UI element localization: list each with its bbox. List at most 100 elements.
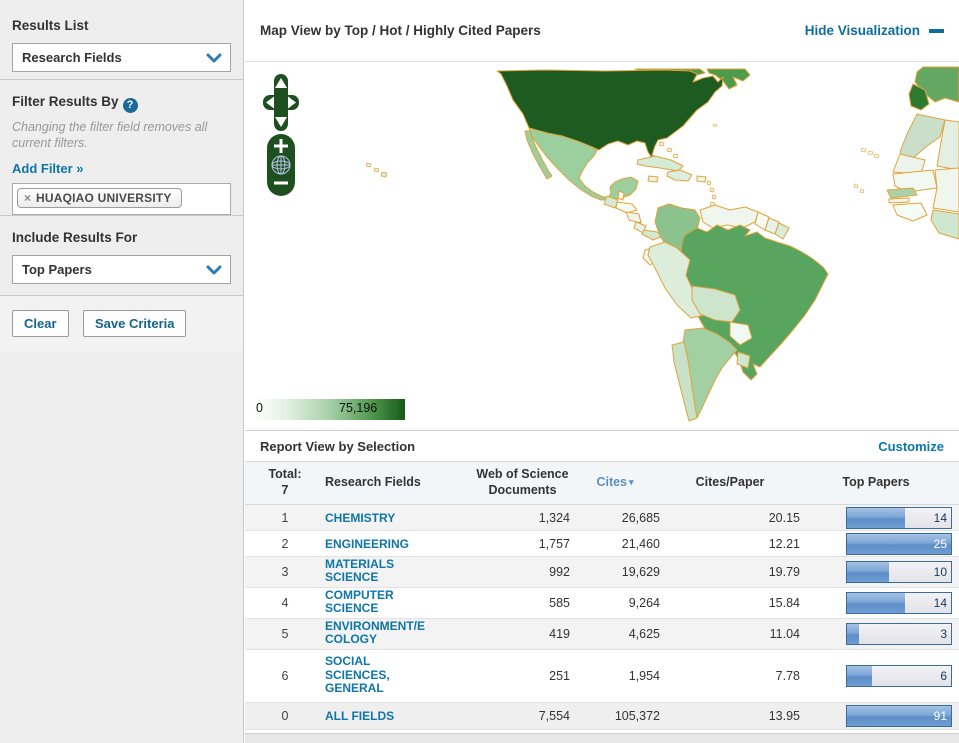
row-rank: 3: [245, 565, 325, 579]
cites-value: 4,625: [570, 627, 660, 641]
filter-note: Changing the filter field removes all cu…: [12, 119, 231, 153]
filter-input[interactable]: × HUAQIAO UNIVERSITY: [12, 183, 231, 215]
row-rank: 1: [245, 511, 325, 525]
table-row: 5 ENVIRONMENT/E COLOGY 419 4,625 11.04 3: [245, 619, 959, 650]
documents-value: 992: [475, 565, 570, 579]
column-header-top-papers[interactable]: Top Papers: [800, 475, 959, 491]
research-field-link[interactable]: COMPUTER SCIENCE: [325, 589, 394, 617]
top-papers-bar: 3: [846, 623, 952, 645]
map-zoom-control[interactable]: [267, 134, 295, 196]
top-papers-bar: 14: [846, 592, 952, 614]
map-canvas[interactable]: 0 75,196: [245, 62, 959, 430]
cites-sort-label: Cites: [596, 475, 627, 489]
research-field-link[interactable]: CHEMISTRY: [325, 512, 395, 526]
sort-descending-icon: ▾: [629, 477, 634, 487]
row-rank: 0: [245, 709, 325, 723]
remove-filter-icon[interactable]: ×: [24, 191, 31, 205]
results-list-selected-value: Research Fields: [22, 50, 122, 65]
column-header-documents[interactable]: Web of Science Documents: [475, 467, 570, 498]
top-papers-bar: 91: [846, 705, 952, 727]
top-papers-value: 14: [934, 596, 947, 610]
include-results-section: Include Results For Top Papers: [0, 215, 243, 295]
cites-value: 105,372: [570, 709, 660, 723]
top-papers-bar: 25: [846, 533, 952, 555]
top-papers-bar: 10: [846, 561, 952, 583]
cites-value: 1,954: [570, 669, 660, 683]
documents-value: 419: [475, 627, 570, 641]
table-row: 1 CHEMISTRY 1,324 26,685 20.15 14: [245, 505, 959, 531]
table-row: 2 ENGINEERING 1,757 21,460 12.21 25: [245, 531, 959, 557]
include-results-selected-value: Top Papers: [22, 262, 92, 277]
map-title: Map View by Top / Hot / Highly Cited Pap…: [260, 23, 541, 38]
map-pan-control[interactable]: [263, 74, 299, 131]
legend-min-value: 0: [256, 401, 263, 415]
save-criteria-button[interactable]: Save Criteria: [83, 310, 187, 337]
world-map: [245, 62, 959, 430]
table-header-row: Total: 7 Research Fields Web of Science …: [245, 462, 959, 505]
total-value: 7: [245, 483, 325, 499]
documents-value: 251: [475, 669, 570, 683]
research-field-link[interactable]: ENVIRONMENT/E COLOGY: [325, 620, 425, 648]
documents-value: 7,554: [475, 709, 570, 723]
include-results-heading: Include Results For: [12, 230, 231, 245]
documents-value: 585: [475, 596, 570, 610]
cites-per-paper-value: 11.04: [660, 627, 800, 641]
globe-icon: [272, 156, 290, 174]
top-papers-value: 14: [934, 511, 947, 525]
add-filter-link[interactable]: Add Filter »: [12, 161, 84, 176]
top-papers-value: 6: [940, 669, 947, 683]
help-icon[interactable]: ?: [123, 98, 138, 113]
row-rank: 2: [245, 537, 325, 551]
map-legend: 0 75,196: [253, 399, 405, 420]
active-filter-label: HUAQIAO UNIVERSITY: [36, 191, 172, 205]
zoom-out-icon: [274, 182, 288, 185]
top-papers-value: 10: [934, 565, 947, 579]
cites-value: 9,264: [570, 596, 660, 610]
cites-per-paper-value: 12.21: [660, 537, 800, 551]
sidebar-actions: Clear Save Criteria: [0, 295, 243, 351]
results-list-heading: Results List: [12, 18, 231, 33]
clear-button[interactable]: Clear: [12, 310, 69, 337]
column-header-research-fields[interactable]: Research Fields: [325, 475, 475, 491]
cites-value: 19,629: [570, 565, 660, 579]
cites-per-paper-value: 7.78: [660, 669, 800, 683]
row-rank: 6: [245, 669, 325, 683]
table-row: 6 SOCIAL SCIENCES, GENERAL 251 1,954 7.7…: [245, 650, 959, 703]
cites-per-paper-value: 19.79: [660, 565, 800, 579]
top-papers-bar: 6: [846, 665, 952, 687]
include-results-select[interactable]: Top Papers: [12, 255, 231, 284]
main-panel: Map View by Top / Hot / Highly Cited Pap…: [245, 0, 959, 743]
report-title: Report View by Selection: [260, 439, 415, 454]
cites-value: 21,460: [570, 537, 660, 551]
cites-value: 26,685: [570, 511, 660, 525]
cites-per-paper-value: 13.95: [660, 709, 800, 723]
column-header-cites-per-paper[interactable]: Cites/Paper: [660, 475, 800, 491]
table-row: 0 ALL FIELDS 7,554 105,372 13.95 91: [245, 703, 959, 730]
minus-icon: [929, 29, 944, 33]
row-rank: 4: [245, 596, 325, 610]
filter-heading: Filter Results By: [12, 94, 119, 109]
table-row: 4 COMPUTER SCIENCE 585 9,264 15.84 14: [245, 588, 959, 619]
customize-link[interactable]: Customize: [878, 439, 944, 454]
top-papers-value: 25: [934, 537, 947, 551]
filter-section: Filter Results By? Changing the filter f…: [0, 79, 243, 215]
research-field-link[interactable]: ALL FIELDS: [325, 710, 394, 724]
top-papers-value: 91: [934, 709, 947, 723]
research-field-link[interactable]: ENGINEERING: [325, 538, 409, 552]
row-rank: 5: [245, 627, 325, 641]
column-header-cites-sorted[interactable]: Cites▾: [570, 475, 660, 491]
active-filter-tag: × HUAQIAO UNIVERSITY: [17, 188, 182, 208]
total-header: Total: 7: [245, 467, 325, 498]
research-field-link[interactable]: SOCIAL SCIENCES, GENERAL: [325, 655, 390, 696]
cites-per-paper-value: 20.15: [660, 511, 800, 525]
top-papers-value: 3: [940, 627, 947, 641]
map-header: Map View by Top / Hot / Highly Cited Pap…: [245, 0, 959, 62]
hide-visualization-link[interactable]: Hide Visualization: [805, 23, 944, 38]
chevron-down-icon: [204, 263, 224, 277]
research-field-link[interactable]: MATERIALS SCIENCE: [325, 558, 394, 586]
chevron-down-icon: [204, 51, 224, 65]
results-list-select[interactable]: Research Fields: [12, 43, 231, 72]
table-row: 3 MATERIALS SCIENCE 992 19,629 19.79 10: [245, 557, 959, 588]
bottom-strip: [245, 733, 959, 743]
top-papers-bar: 14: [846, 507, 952, 529]
